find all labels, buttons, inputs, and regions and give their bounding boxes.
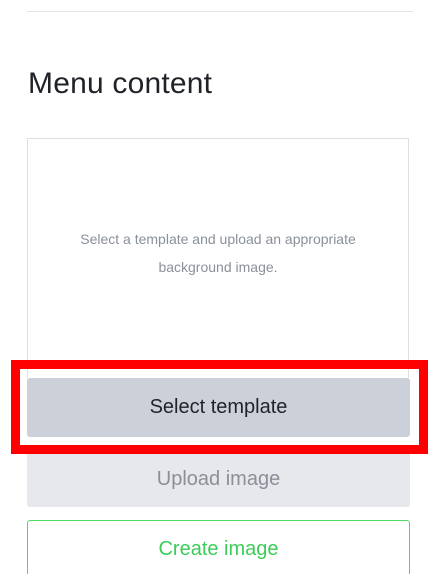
select-template-button[interactable]: Select template <box>27 378 410 437</box>
preview-hint-line-2: background image. <box>158 259 278 275</box>
upload-image-button[interactable]: Upload image <box>27 451 410 507</box>
top-divider <box>27 11 413 12</box>
preview-hint-line-1: Select a template and upload an appropri… <box>80 231 356 247</box>
section-title: Menu content <box>28 67 213 100</box>
menu-content-panel: Menu content Select a template and uploa… <box>0 0 439 574</box>
preview-hint-text: Select a template and upload an appropri… <box>28 225 408 281</box>
menu-preview-area: Select a template and upload an appropri… <box>27 138 409 378</box>
create-image-button[interactable]: Create image <box>27 520 410 574</box>
